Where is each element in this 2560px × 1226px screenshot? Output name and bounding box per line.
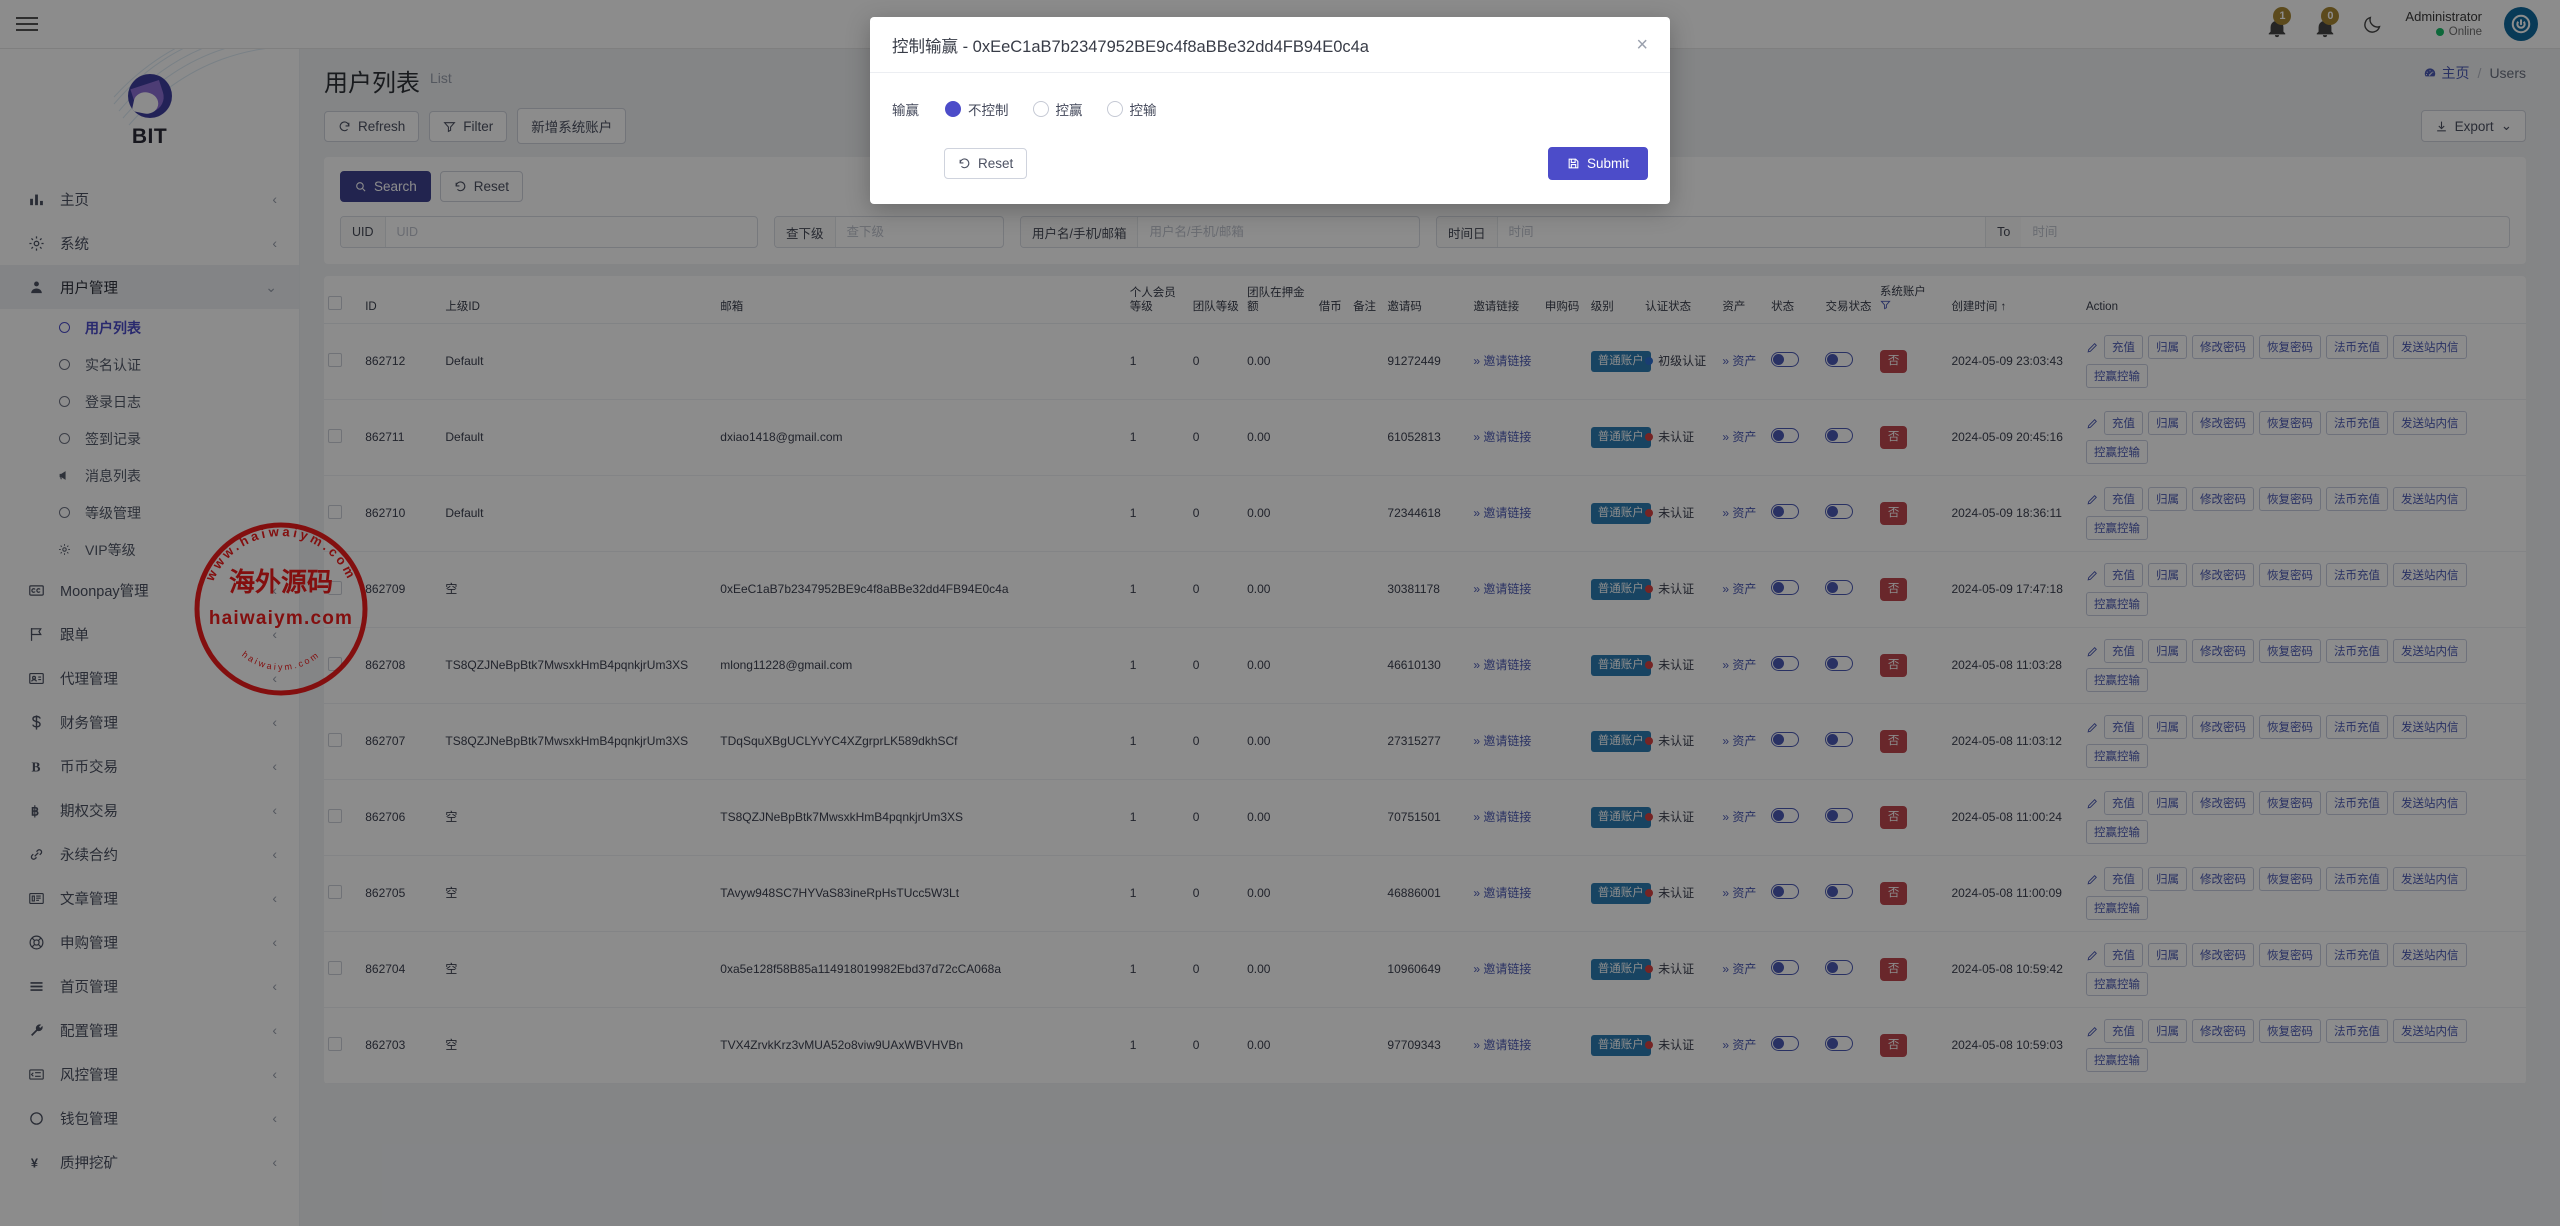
save-icon	[1567, 157, 1580, 170]
win-loss-label: 输赢	[892, 99, 919, 119]
modal-title: 控制输赢 - 0xEeC1aB7b2347952BE9c4f8aBBe32dd4…	[892, 33, 1369, 57]
radio-option-no-control[interactable]: 不控制	[945, 99, 1009, 119]
radio-icon-control-loss	[1107, 101, 1123, 117]
reset-icon	[958, 157, 971, 170]
radio-label-control-loss: 控输	[1130, 99, 1157, 119]
modal-reset-label: Reset	[978, 156, 1013, 171]
modal-footer: Reset Submit	[870, 129, 1670, 204]
control-win-loss-modal: 控制输赢 - 0xEeC1aB7b2347952BE9c4f8aBBe32dd4…	[870, 17, 1670, 204]
close-icon[interactable]: ×	[1636, 35, 1648, 55]
radio-icon-no-control	[945, 101, 961, 117]
modal-header: 控制输赢 - 0xEeC1aB7b2347952BE9c4f8aBBe32dd4…	[870, 17, 1670, 73]
modal-submit-label: Submit	[1587, 156, 1629, 171]
modal-submit-button[interactable]: Submit	[1548, 147, 1648, 180]
win-loss-radio-group: 输赢 不控制 控赢 控输	[892, 99, 1648, 119]
modal-reset-button[interactable]: Reset	[944, 148, 1027, 179]
radio-icon-control-win	[1033, 101, 1049, 117]
radio-option-control-win[interactable]: 控赢	[1033, 99, 1083, 119]
radio-option-control-loss[interactable]: 控输	[1107, 99, 1157, 119]
radio-label-control-win: 控赢	[1056, 99, 1083, 119]
radio-label-no-control: 不控制	[968, 99, 1009, 119]
modal-body: 输赢 不控制 控赢 控输	[870, 73, 1670, 129]
